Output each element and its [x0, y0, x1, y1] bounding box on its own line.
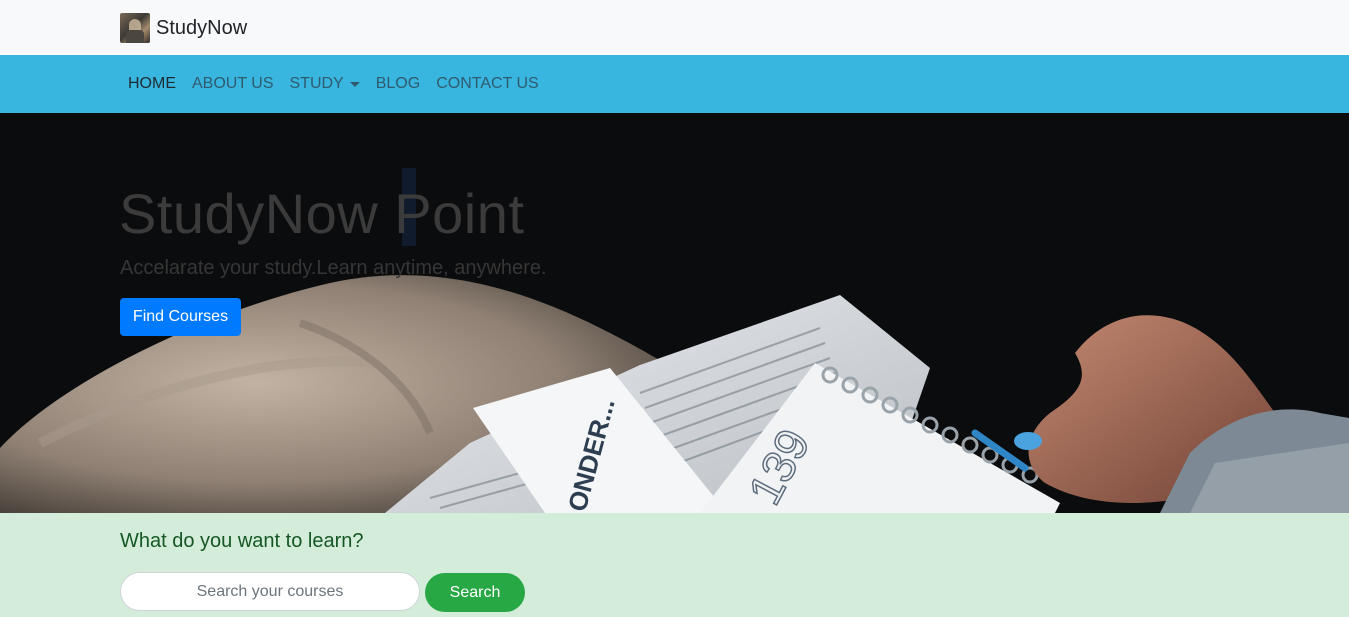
nav-item-study-dropdown[interactable]: STUDY — [282, 55, 368, 113]
search-button[interactable]: Search — [425, 573, 525, 612]
main-navbar: HOME ABOUT US STUDY BLOG CONTACT US — [0, 55, 1349, 113]
course-search-section: What do you want to learn? Search — [0, 513, 1349, 617]
brand-link[interactable]: StudyNow — [120, 13, 247, 43]
nav-item-contact-us[interactable]: CONTACT US — [428, 55, 547, 113]
profile-photo-icon — [120, 13, 150, 43]
nav-item-blog[interactable]: BLOG — [368, 55, 428, 113]
brand-name: StudyNow — [156, 16, 248, 39]
nav-item-study-label: STUDY — [289, 75, 344, 92]
nav-item-home[interactable]: HOME — [120, 55, 184, 113]
search-heading: What do you want to learn? — [120, 530, 364, 552]
nav-list: HOME ABOUT US STUDY BLOG CONTACT US — [120, 55, 547, 113]
chevron-down-icon — [349, 81, 360, 87]
top-header: StudyNow — [0, 0, 1349, 55]
find-courses-button[interactable]: Find Courses — [120, 298, 241, 336]
nav-item-about-us[interactable]: ABOUT US — [184, 55, 282, 113]
hero-banner: ONDER... 139 StudyNow Point Accelarate y… — [0, 113, 1349, 513]
search-input[interactable] — [120, 572, 420, 611]
hero-subtitle: Accelarate your study.Learn anytime, any… — [120, 257, 547, 279]
hero-title: StudyNow Point — [119, 182, 525, 245]
